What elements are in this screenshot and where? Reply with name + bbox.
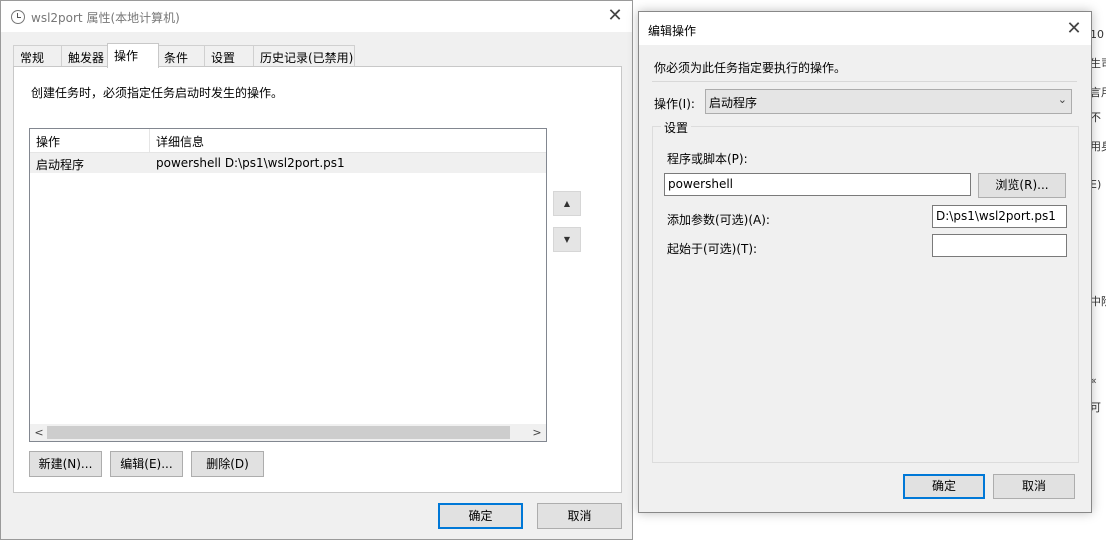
program-label: 程序或脚本(P):: [667, 152, 748, 166]
actions-description: 创建任务时，必须指定任务启动时发生的操作。: [31, 86, 284, 100]
tab-triggers[interactable]: 触发器: [61, 45, 109, 67]
list-header: 操作 详细信息: [30, 129, 546, 153]
cancel-button[interactable]: 取消: [537, 503, 622, 529]
action-label: 操作(I):: [654, 97, 695, 111]
column-header-action[interactable]: 操作: [36, 133, 60, 150]
cancel-button[interactable]: 取消: [993, 474, 1075, 499]
settings-group-title: 设置: [661, 119, 692, 136]
background-text: 言用: [1090, 86, 1106, 99]
chevron-down-icon: ⌄: [1057, 93, 1067, 106]
tab-settings[interactable]: 设置: [204, 45, 254, 67]
dialog-title: 编辑操作: [648, 24, 697, 38]
delete-action-button[interactable]: 删除(D): [191, 451, 264, 477]
column-header-details[interactable]: 详细信息: [156, 133, 204, 150]
background-text: 生司: [1090, 57, 1106, 70]
start-in-input[interactable]: [932, 234, 1067, 257]
close-icon[interactable]: ✕: [604, 5, 626, 27]
start-in-label: 起始于(可选)(T):: [667, 242, 758, 256]
ok-button[interactable]: 确定: [438, 503, 523, 529]
title-bar[interactable]: wsl2port 属性(本地计算机) ✕: [1, 1, 632, 32]
program-input[interactable]: powershell: [664, 173, 971, 196]
divider: [652, 81, 1077, 82]
background-text: 中阶: [1090, 295, 1106, 308]
tab-actions[interactable]: 操作: [107, 43, 159, 68]
close-icon[interactable]: ✕: [1063, 18, 1085, 40]
task-properties-dialog: wsl2port 属性(本地计算机) ✕ 常规 触发器 操作 条件 设置 历史记…: [0, 0, 633, 540]
tab-conditions[interactable]: 条件: [157, 45, 205, 67]
background-text: 用身: [1090, 140, 1106, 153]
column-divider[interactable]: [149, 129, 150, 152]
actions-list[interactable]: 操作 详细信息 启动程序 powershell D:\ps1\wsl2port.…: [29, 128, 547, 442]
title-bar[interactable]: 编辑操作 ✕: [639, 12, 1091, 45]
scrollbar-thumb[interactable]: [47, 426, 510, 439]
scroll-left-icon[interactable]: <: [31, 425, 47, 440]
action-dropdown[interactable]: 启动程序 ⌄: [705, 89, 1072, 114]
edit-action-button[interactable]: 编辑(E)...: [110, 451, 183, 477]
edit-action-dialog: 编辑操作 ✕ 你必须为此任务指定要执行的操作。 操作(I): 启动程序 ⌄ 设置…: [638, 11, 1092, 513]
background-text: 10: [1090, 28, 1104, 41]
move-up-button[interactable]: ▲: [553, 191, 581, 216]
actions-panel: 创建任务时，必须指定任务启动时发生的操作。 操作 详细信息 启动程序 power…: [13, 66, 622, 493]
dialog-title: wsl2port 属性(本地计算机): [31, 11, 180, 25]
scroll-right-icon[interactable]: >: [529, 425, 545, 440]
list-item[interactable]: 启动程序 powershell D:\ps1\wsl2port.ps1: [30, 153, 546, 173]
task-clock-icon: [11, 10, 25, 24]
list-item-details: powershell D:\ps1\wsl2port.ps1: [156, 156, 345, 170]
tab-general[interactable]: 常规: [13, 45, 63, 67]
tab-history[interactable]: 历史记录(已禁用): [253, 45, 355, 67]
arguments-label: 添加参数(可选)(A):: [667, 213, 770, 227]
list-item-action: 启动程序: [36, 158, 85, 172]
action-dropdown-value: 启动程序: [709, 96, 758, 110]
new-action-button[interactable]: 新建(N)...: [29, 451, 102, 477]
horizontal-scrollbar[interactable]: < >: [30, 424, 546, 441]
instruction-text: 你必须为此任务指定要执行的操作。: [654, 61, 847, 75]
ok-button[interactable]: 确定: [903, 474, 985, 499]
settings-group: 设置 程序或脚本(P): powershell 浏览(R)... 添加参数(可选…: [652, 119, 1079, 463]
browse-button[interactable]: 浏览(R)...: [978, 173, 1066, 198]
move-down-button[interactable]: ▼: [553, 227, 581, 252]
arguments-input[interactable]: D:\ps1\wsl2port.ps1: [932, 205, 1067, 228]
background-window-edge: 10 生司 言用 不 用身 E) 中阶 « 可: [1090, 0, 1106, 542]
